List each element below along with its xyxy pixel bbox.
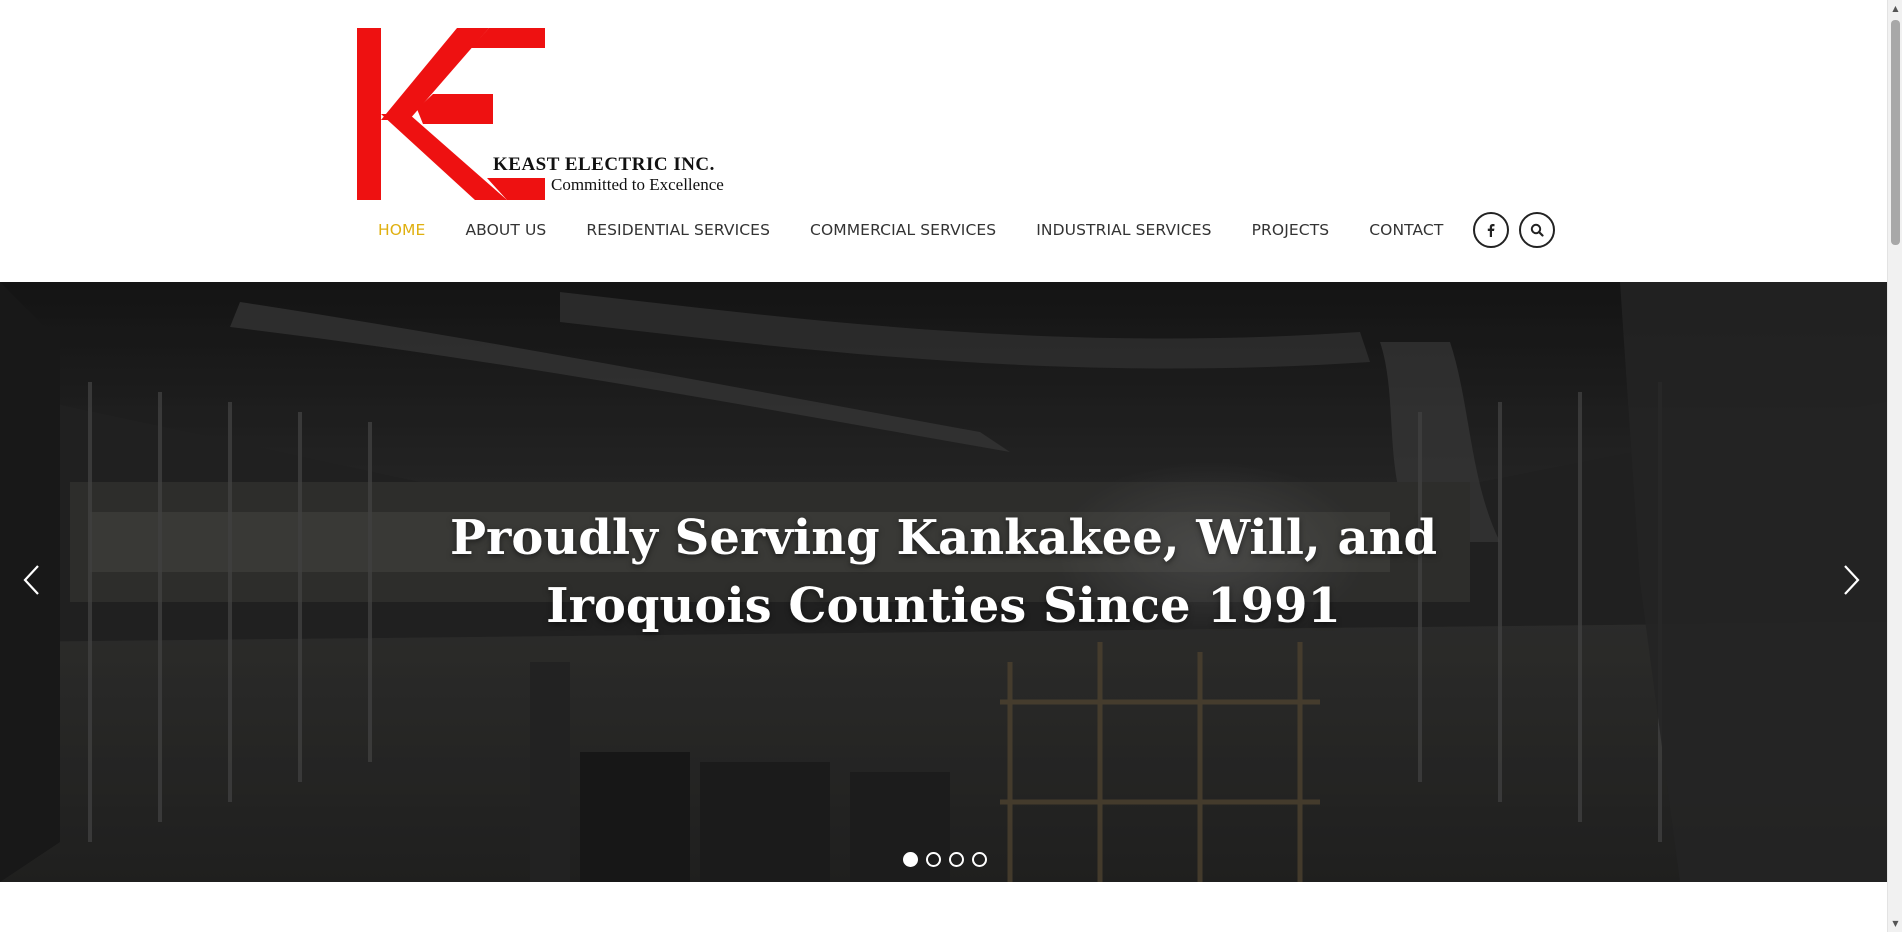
facebook-icon[interactable]	[1473, 212, 1510, 248]
site-header: KEAST ELECTRIC INC. Committed to Excelle…	[0, 0, 1887, 282]
scroll-down-icon[interactable]: ▼	[1891, 919, 1900, 928]
brand-name: KEAST ELECTRIC INC.	[493, 154, 715, 175]
brand-tagline: Committed to Excellence	[551, 175, 724, 194]
hero-title: Proudly Serving Kankakee, Will, and Iroq…	[0, 504, 1887, 640]
nav-item-residential-services[interactable]: RESIDENTIAL SERVICES	[566, 210, 790, 250]
slider-dot-4[interactable]	[972, 852, 987, 867]
nav-item-home[interactable]: HOME	[358, 210, 445, 250]
nav-item-contact[interactable]: CONTACT	[1349, 210, 1463, 250]
slider-dot-3[interactable]	[949, 852, 964, 867]
scrollbar-thumb[interactable]	[1891, 20, 1900, 245]
nav-item-projects[interactable]: PROJECTS	[1232, 210, 1350, 250]
slider-dot-2[interactable]	[926, 852, 941, 867]
nav-item-industrial-services[interactable]: INDUSTRIAL SERVICES	[1016, 210, 1231, 250]
slider-next-arrow-icon[interactable]	[1837, 560, 1867, 600]
nav-item-about-us[interactable]: ABOUT US	[445, 210, 566, 250]
slider-pagination	[903, 852, 987, 867]
hero-title-line-2: Iroquois Counties Since 1991	[546, 578, 1341, 634]
nav-item-commercial-services[interactable]: COMMERCIAL SERVICES	[790, 210, 1016, 250]
page-scrollbar[interactable]: ▲ ▼	[1887, 0, 1902, 932]
main-nav: HOME ABOUT US RESIDENTIAL SERVICES COMME…	[358, 210, 1556, 250]
site-logo[interactable]: KEAST ELECTRIC INC. Committed to Excelle…	[357, 28, 737, 202]
slider-prev-arrow-icon[interactable]	[16, 560, 46, 600]
search-icon[interactable]	[1519, 212, 1556, 248]
slider-dot-1[interactable]	[903, 852, 918, 867]
hero-title-line-1: Proudly Serving Kankakee, Will, and	[449, 510, 1438, 566]
scroll-up-icon[interactable]: ▲	[1891, 4, 1900, 13]
hero-slider: Proudly Serving Kankakee, Will, and Iroq…	[0, 282, 1887, 882]
